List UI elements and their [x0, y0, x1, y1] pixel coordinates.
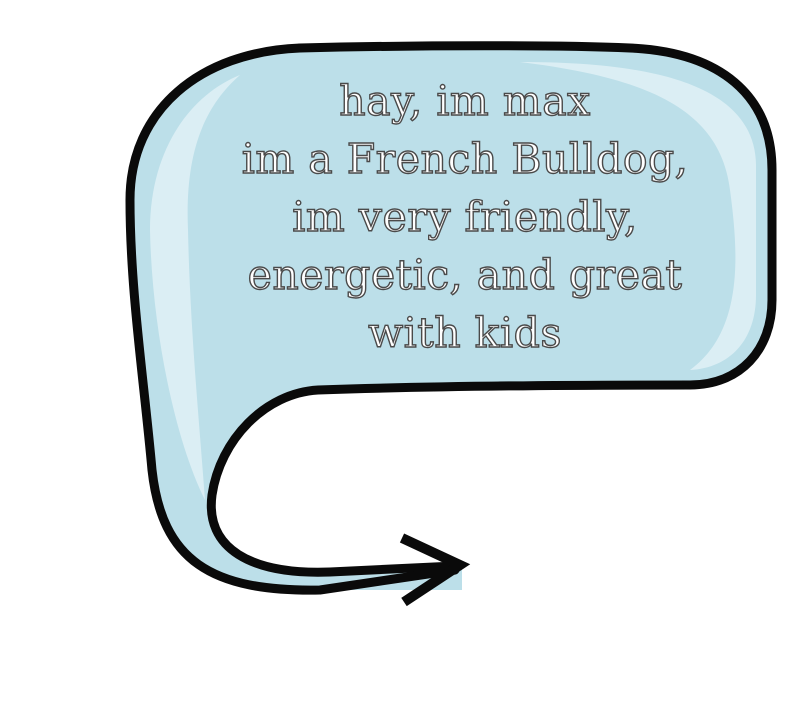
bubble-line-2: im a French Bulldog, [241, 134, 689, 183]
speech-bubble-graphic: hay, im max im a French Bulldog, im very… [0, 0, 800, 707]
bubble-line-1: hay, im max [338, 76, 591, 125]
bubble-message: hay, im max im a French Bulldog, im very… [205, 72, 725, 362]
bubble-line-5: with kids [367, 308, 562, 357]
bubble-line-4: energetic, and great [247, 250, 683, 299]
bubble-line-3: im very friendly, [292, 192, 638, 241]
